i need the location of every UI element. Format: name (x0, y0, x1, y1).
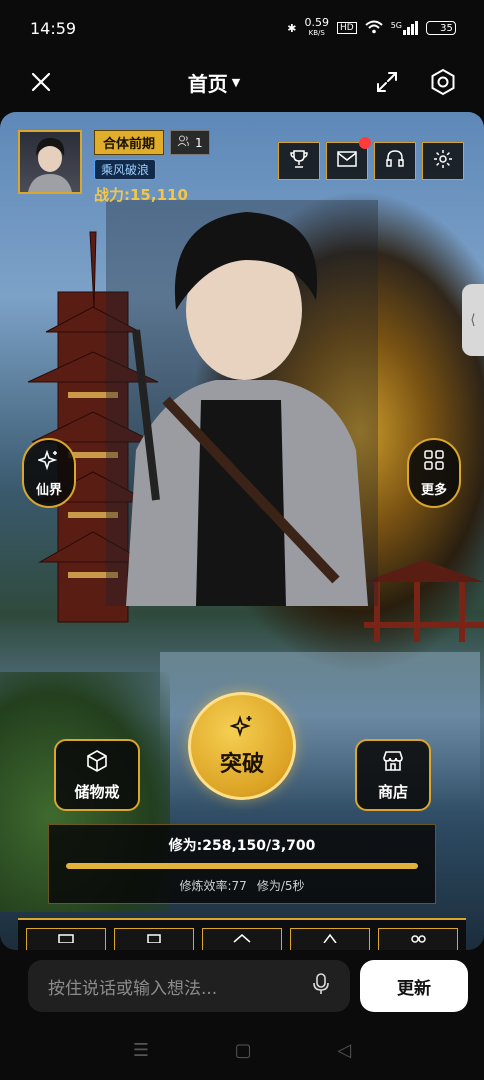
chat-placeholder: 按住说话或输入想法... (48, 978, 218, 999)
title-badge: 乘风破浪 (94, 159, 157, 180)
bottom-tab-4[interactable] (290, 928, 370, 950)
realm-badge: 合体前期 (94, 130, 165, 155)
friends-icon (177, 135, 191, 150)
system-nav-bar: ☰ ▢ ◁ (0, 1030, 484, 1070)
close-icon[interactable] (24, 65, 58, 99)
mail-button[interactable] (326, 137, 371, 180)
immortal-realm-button[interactable]: 仙界 (22, 438, 76, 508)
top-icon-bar (278, 137, 464, 180)
support-button[interactable] (374, 142, 416, 180)
settings-hex-icon[interactable] (426, 65, 460, 99)
avatar[interactable] (18, 130, 82, 194)
hero-character-illustration (106, 200, 378, 606)
bottom-tab-1[interactable] (26, 928, 106, 950)
side-collapse-tab[interactable]: ⟨ (462, 284, 484, 356)
notification-dot (359, 137, 371, 149)
bluetooth-icon: ✱ (287, 21, 297, 35)
shop-button[interactable]: 商店 (355, 739, 431, 811)
cultivation-progress-fill (66, 862, 418, 869)
hd-icon: HD (337, 22, 357, 34)
collapse-arrow-icon: ⟨ (470, 312, 476, 328)
page-title-dropdown[interactable]: 首页 ▼ (188, 68, 240, 97)
expand-icon[interactable] (370, 65, 404, 99)
bottom-tab-5[interactable] (378, 928, 458, 950)
mic-icon[interactable] (312, 972, 330, 1000)
sparkle-icon (36, 449, 60, 475)
network-speed: 0.59 KB/S (304, 16, 330, 37)
friends-count: 1 (195, 135, 203, 150)
cultivation-rate: 修为/5秒 (256, 878, 305, 893)
status-icons: ✱ 0.59 KB/S HD 5G 35 (287, 16, 456, 38)
breakthrough-button[interactable]: 突破 (188, 692, 296, 800)
game-scene: 合体前期 1 乘风破浪 战力:15,110 ⟨ 仙界 更多 储物戒 突破 商店 … (0, 112, 484, 950)
back-nav-icon[interactable]: ◁ (337, 1040, 351, 1061)
cultivation-efficiency: 修炼效率:77 (179, 878, 247, 893)
friends-badge[interactable]: 1 (170, 130, 210, 155)
bottom-tab-strip (18, 918, 466, 950)
home-nav-icon[interactable]: ▢ (235, 1040, 252, 1061)
cultivation-panel: 修为:258,150/3,700 修炼效率:77 修为/5秒 (48, 824, 436, 904)
player-info: 合体前期 1 乘风破浪 战力:15,110 (94, 130, 210, 205)
combat-power: 战力:15,110 (94, 186, 188, 204)
battery-icon: 35 (426, 21, 456, 35)
more-label: 更多 (420, 482, 447, 498)
cultivation-value: 修为:258,150/3,700 (168, 837, 316, 854)
shop-label: 商店 (377, 782, 408, 801)
status-time: 14:59 (30, 18, 77, 38)
grid-icon (423, 449, 445, 475)
bottom-tab-3[interactable] (202, 928, 282, 950)
wifi-icon (365, 20, 383, 37)
trophy-icon (289, 149, 309, 173)
immortal-realm-label: 仙界 (35, 482, 62, 498)
cultivation-progress-bar (66, 862, 418, 869)
status-bar: 14:59 ✱ 0.59 KB/S HD 5G 35 (0, 0, 484, 56)
box-icon (85, 749, 109, 777)
top-bar: 首页 ▼ (0, 56, 484, 108)
settings-button[interactable] (422, 142, 464, 180)
page-title: 首页 (187, 71, 228, 96)
chevron-down-icon: ▼ (231, 75, 241, 89)
signal-icon: 5G (391, 21, 418, 35)
mail-icon (337, 151, 357, 171)
bottom-tab-2[interactable] (114, 928, 194, 950)
chat-input[interactable]: 按住说话或输入想法... (28, 960, 350, 1012)
store-icon (381, 749, 405, 777)
menu-nav-icon[interactable]: ☰ (133, 1040, 149, 1061)
pavilion-illustration (364, 560, 484, 642)
sparkle-icon (229, 714, 254, 744)
update-button[interactable]: 更新 (360, 960, 468, 1012)
headphones-icon (385, 149, 405, 173)
storage-ring-button[interactable]: 储物戒 (54, 739, 140, 811)
player-panel: 合体前期 1 乘风破浪 战力:15,110 (18, 130, 210, 205)
storage-ring-label: 储物戒 (74, 782, 120, 801)
gear-icon (433, 149, 453, 173)
more-button[interactable]: 更多 (407, 438, 461, 508)
trophy-button[interactable] (278, 142, 320, 180)
breakthrough-label: 突破 (219, 752, 264, 777)
